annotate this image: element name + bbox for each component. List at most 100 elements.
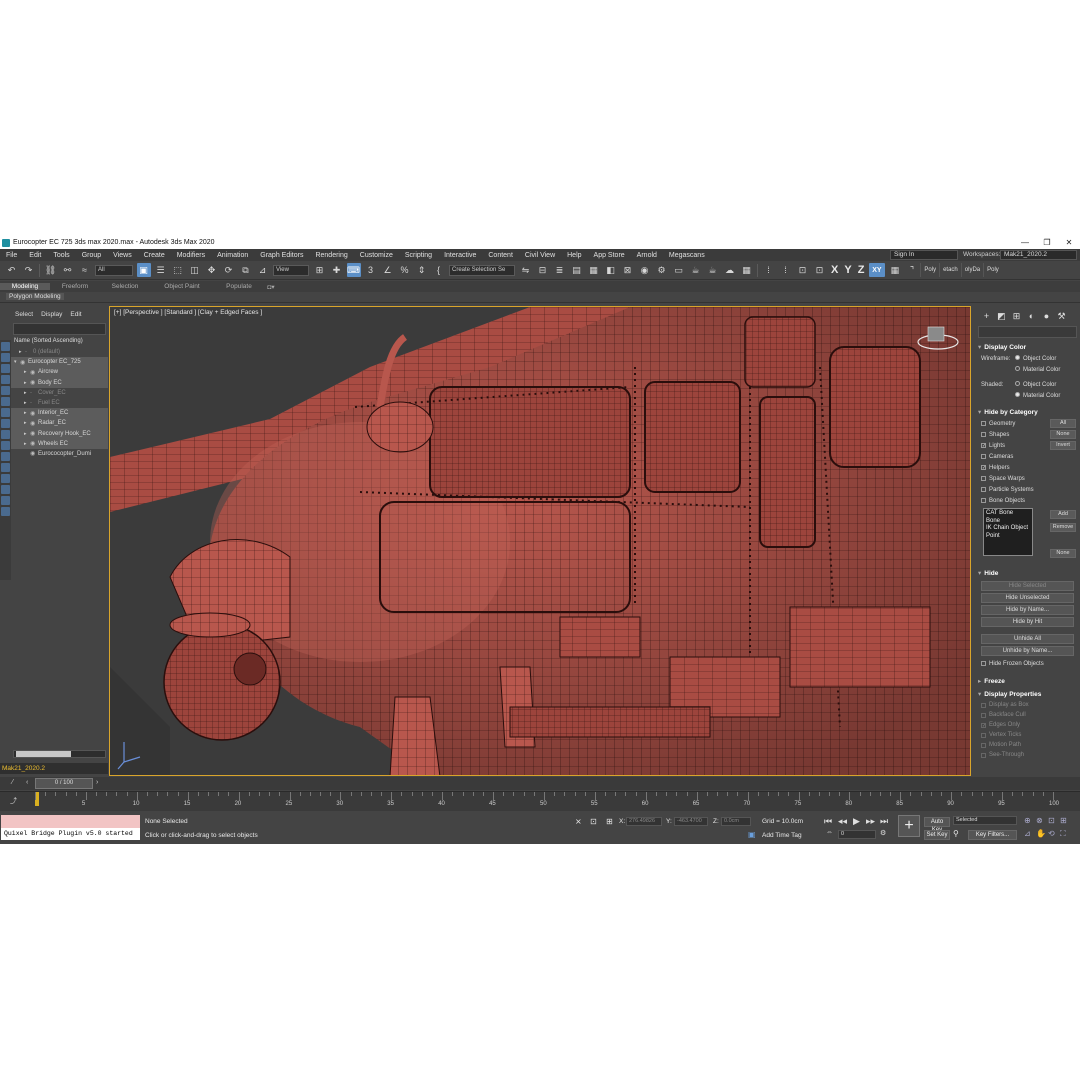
visibility-eye-icon[interactable]: ◉	[30, 430, 38, 437]
toolbar-tab-poly-2[interactable]: Poly	[983, 263, 1002, 277]
visibility-eye-icon[interactable]: ·	[25, 349, 33, 355]
hide-by-hit-button[interactable]: Hide by Hit	[981, 617, 1074, 627]
toggle-layer-explorer-icon[interactable]: ▤	[570, 263, 584, 277]
tree-item[interactable]: ▸ · Cover_EC	[11, 388, 108, 398]
track-bar[interactable]: ⤴ 5 10 15 20 25 30 35 40 45 50 55 60 65 70 75 80 85 90 95 1…	[0, 791, 1080, 811]
next-frame-icon[interactable]: ›	[96, 779, 98, 786]
rectangular-selection-icon[interactable]: ⬚	[171, 263, 185, 277]
display-containers-icon[interactable]	[1, 463, 10, 472]
ribbon-polygon-modeling[interactable]: Polygon Modeling	[6, 293, 64, 300]
ribbon-tab-modeling[interactable]: Modeling	[0, 283, 50, 290]
visibility-eye-icon[interactable]: ◉	[30, 420, 38, 427]
key-mode-icon[interactable]: ⇔	[826, 829, 833, 836]
visibility-eye-icon[interactable]: ·	[30, 400, 38, 406]
time-configuration-icon[interactable]: ⚙	[880, 829, 886, 837]
render-setup-icon[interactable]: ⚙	[655, 263, 669, 277]
menu-arnold[interactable]: Arnold	[631, 252, 663, 259]
set-keys-icon[interactable]: +	[898, 815, 920, 837]
category-checkbox-particle-systems[interactable]: Particle Systems	[975, 484, 1080, 495]
display-tab-icon[interactable]: ●	[1039, 311, 1054, 321]
add-time-tag[interactable]: Add Time Tag	[762, 832, 802, 839]
move-icon[interactable]: ✥	[205, 263, 219, 277]
z-coord-field[interactable]: 0.0cm	[721, 817, 751, 826]
axis-x-button[interactable]: X	[831, 264, 838, 276]
menu-app-store[interactable]: App Store	[588, 252, 631, 259]
previous-frame-icon[interactable]: ‹	[26, 779, 28, 786]
menu-animation[interactable]: Animation	[211, 252, 254, 259]
hide-by-category-rollout[interactable]: ▾ Hide by Category	[975, 405, 1080, 418]
bind-space-warp-icon[interactable]: ≈	[78, 263, 92, 277]
menu-scripting[interactable]: Scripting	[399, 252, 438, 259]
time-config-icon[interactable]: ⁄	[12, 779, 13, 786]
freeze-rollout[interactable]: ▸ Freeze	[975, 674, 1080, 687]
display-groups-icon[interactable]	[1, 430, 10, 439]
display-properties-rollout[interactable]: ▾ Display Properties	[975, 687, 1080, 700]
display-frozen-icon[interactable]	[1, 474, 10, 483]
motion-tab-icon[interactable]: ◐	[1024, 311, 1039, 321]
display-all-icon[interactable]	[1, 353, 10, 362]
render-in-cloud-icon[interactable]: ☁	[723, 263, 737, 277]
time-tag-icon[interactable]: ▣	[748, 830, 756, 839]
orbit-icon[interactable]: ⟲	[1048, 829, 1055, 838]
view-cube-icon[interactable]	[927, 326, 945, 342]
none-button[interactable]: None	[1050, 430, 1076, 439]
pivot-center-icon[interactable]: ⊞	[313, 263, 327, 277]
maxscript-listener-input[interactable]	[1, 815, 140, 828]
spinner-snap-icon[interactable]: ⇕	[415, 263, 429, 277]
visibility-eye-icon[interactable]: ◉	[30, 379, 38, 386]
tree-item[interactable]: ▸ ◉ Body EC	[11, 377, 108, 388]
explorer-search-input[interactable]	[13, 323, 106, 335]
display-geometry-icon[interactable]	[1, 364, 10, 373]
display-property-checkbox[interactable]: Backface Cull	[975, 710, 1080, 720]
display-xrefs-icon[interactable]	[1, 441, 10, 450]
time-slider[interactable]: ⁄ ‹ 0 / 100 ›	[0, 777, 1080, 790]
menu-edit[interactable]: Edit	[23, 252, 47, 259]
explorer-column-header[interactable]: Name (Sorted Ascending)	[11, 337, 108, 347]
explorer-menu-edit[interactable]: Edit	[66, 311, 85, 318]
explorer-scrollbar[interactable]	[13, 750, 106, 758]
visibility-eye-icon[interactable]: ◉	[30, 450, 38, 457]
category-listbox[interactable]: CAT Bone Bone IK Chain Object Point	[983, 508, 1033, 556]
angle-snap-icon[interactable]: ∠	[381, 263, 395, 277]
display-property-checkbox[interactable]: Display as Box	[975, 700, 1080, 710]
category-checkbox-bone-objects[interactable]: Bone Objects	[975, 495, 1080, 506]
object-name-field[interactable]	[978, 326, 1077, 338]
unhide-by-name-button[interactable]: Unhide by Name...	[981, 646, 1074, 656]
window-crossing-icon[interactable]: ◫	[188, 263, 202, 277]
list-item[interactable]: IK Chain Object	[986, 525, 1030, 533]
ribbon-tab-selection[interactable]: Selection	[100, 283, 150, 290]
category-checkbox-cameras[interactable]: Cameras	[975, 451, 1080, 462]
explorer-menu-display[interactable]: Display	[37, 311, 66, 318]
all-button[interactable]: All	[1050, 419, 1076, 428]
link-icon[interactable]: ⛓	[44, 263, 58, 277]
tree-item[interactable]: ◉ Eurococopter_Dumi	[11, 449, 108, 459]
curve-editor-icon[interactable]: ◧	[604, 263, 618, 277]
named-selection-dropdown[interactable]: Create Selection Se	[449, 264, 515, 276]
pan-icon[interactable]: ✋	[1036, 829, 1046, 838]
tree-item[interactable]: ▸ ◉ Aircrew	[11, 367, 108, 378]
selection-filter-dropdown[interactable]: All	[95, 264, 133, 276]
menu-tools[interactable]: Tools	[47, 252, 75, 259]
align-icon[interactable]: ⊟	[536, 263, 550, 277]
tree-item[interactable]: ▸ · Fuel EC	[11, 398, 108, 408]
menu-views[interactable]: Views	[107, 252, 138, 259]
tree-item[interactable]: ▸ · 0 (default)	[11, 347, 108, 357]
key-mode-dropdown[interactable]: Selected	[953, 816, 1017, 825]
tree-item[interactable]: ▸ ◉ Interior_EC	[11, 408, 108, 419]
category-checkbox-helpers[interactable]: ✓ Helpers	[975, 462, 1080, 473]
key-filters-button[interactable]: Key Filters...	[968, 830, 1017, 840]
schematic-view-icon[interactable]: ⊠	[621, 263, 635, 277]
display-color-rollout[interactable]: ▾ Display Color	[975, 340, 1080, 353]
ribbon-options-icon[interactable]: ◘▾	[264, 283, 278, 291]
toolbar-tab-detach[interactable]: etach	[939, 263, 961, 277]
hierarchy-tab-icon[interactable]: ⊞	[1009, 311, 1024, 322]
ribbon-tab-populate[interactable]: Populate	[214, 283, 264, 290]
snap-toolbar-icon[interactable]: ⁞	[779, 263, 793, 277]
hide-by-name-button[interactable]: Hide by Name...	[981, 605, 1074, 615]
go-to-start-icon[interactable]: ⏮	[824, 816, 832, 827]
maximize-viewport-icon[interactable]: ⛶	[1060, 829, 1066, 839]
category-checkbox-shapes[interactable]: Shapes None	[975, 429, 1080, 440]
rendered-frame-window-icon[interactable]: ▭	[672, 263, 686, 277]
display-helpers-icon[interactable]	[1, 408, 10, 417]
edit-named-selection-icon[interactable]: {	[432, 263, 446, 277]
